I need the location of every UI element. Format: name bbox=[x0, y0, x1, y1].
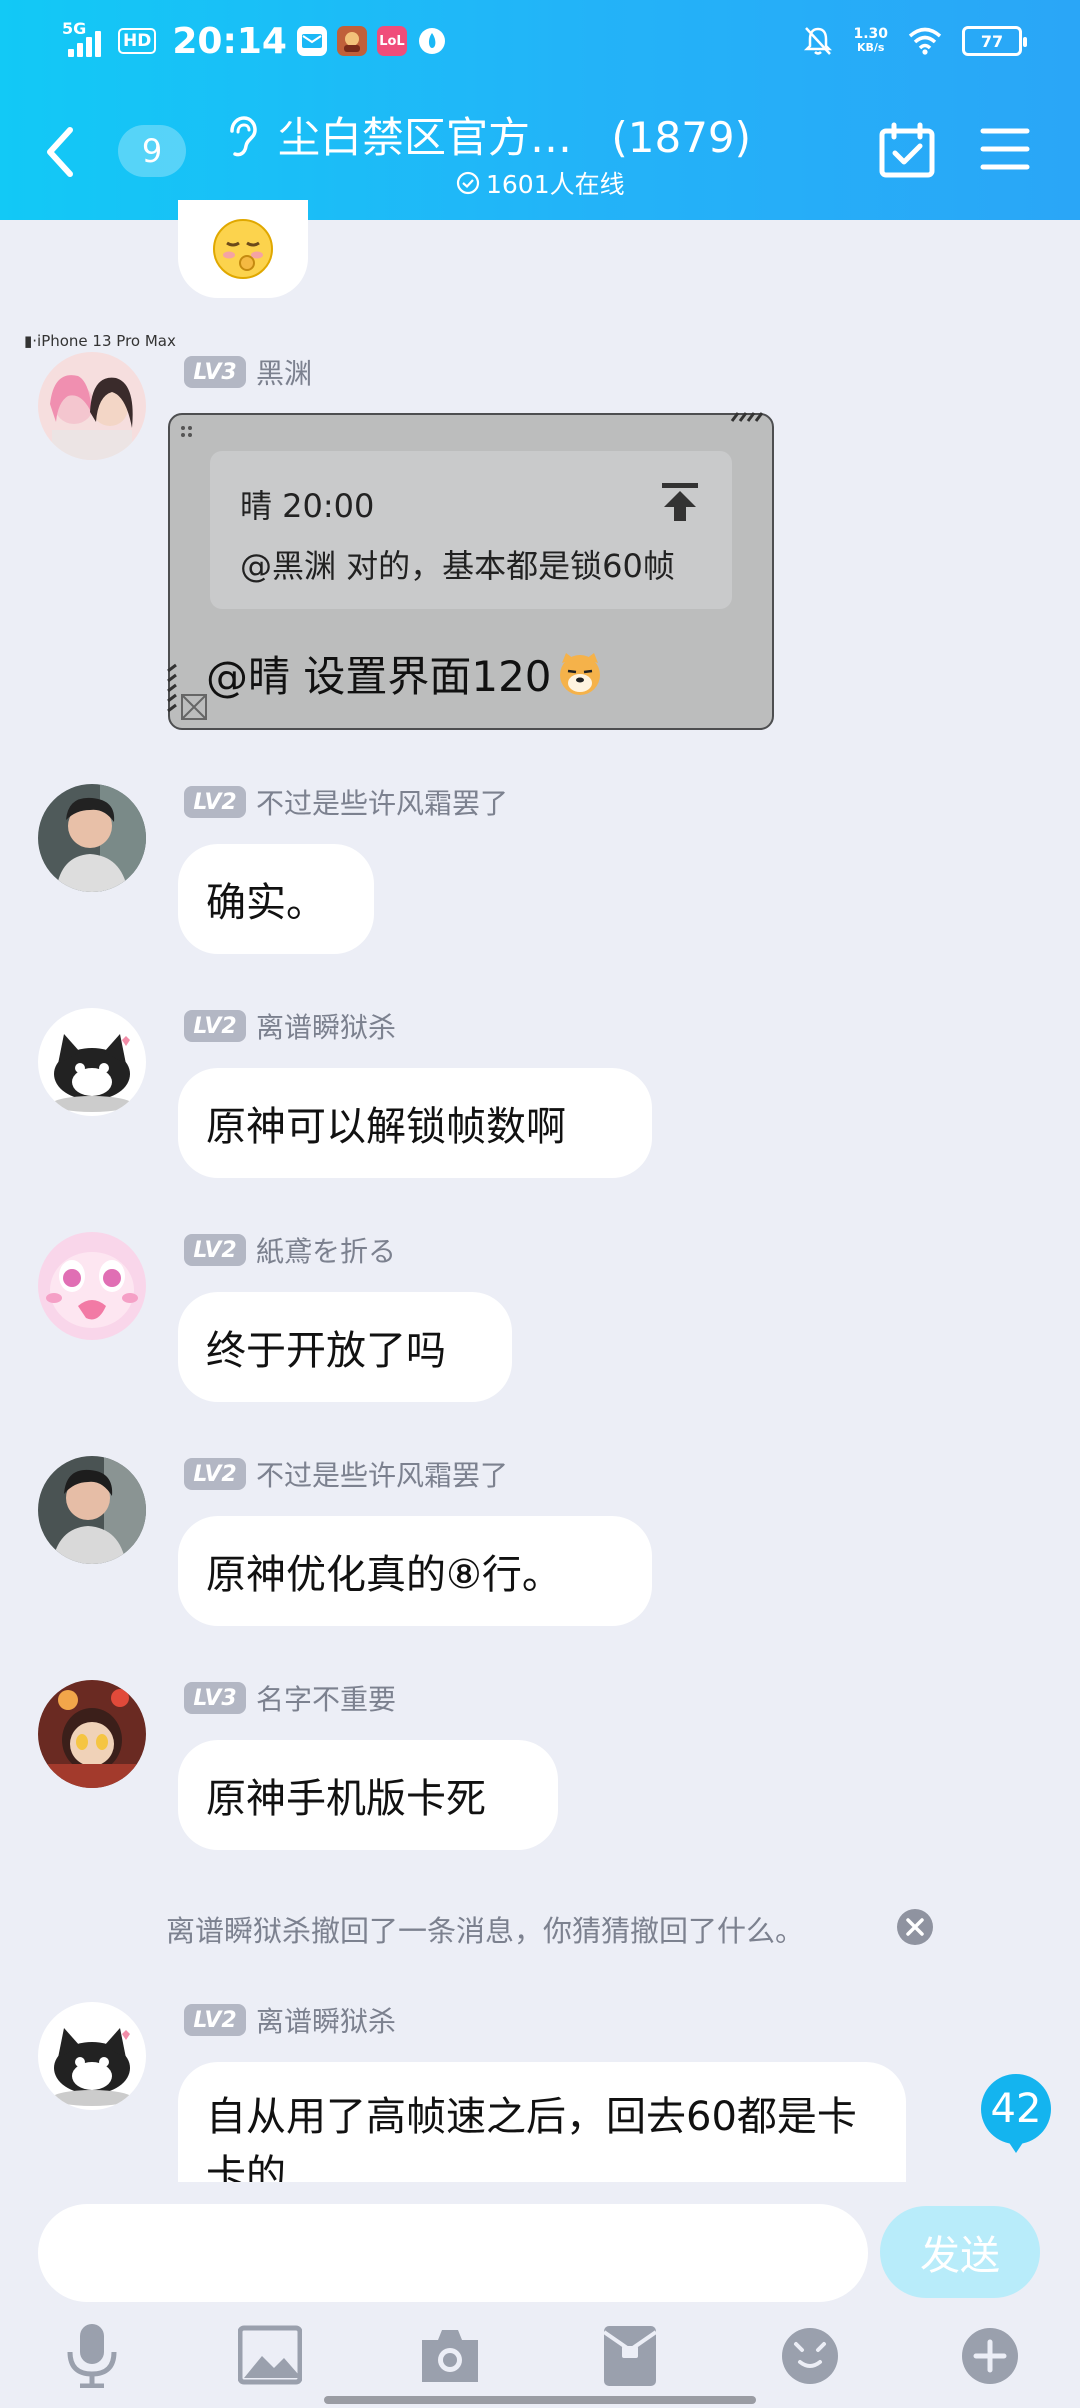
reply-text: @晴 设置界面120 bbox=[206, 643, 604, 704]
cellular-signal-icon: 5G bbox=[60, 19, 108, 61]
sender-name[interactable]: 不过是些许风霜罢了 bbox=[256, 782, 508, 822]
jump-to-message-icon[interactable] bbox=[660, 481, 700, 525]
message-bubble[interactable]: 终于开放了吗 bbox=[178, 1292, 512, 1402]
online-count: 1601人在线 bbox=[486, 170, 625, 199]
avatar[interactable] bbox=[38, 2002, 146, 2110]
game-notification-icon bbox=[336, 26, 367, 56]
sticker-bubble[interactable] bbox=[178, 200, 308, 298]
avatar[interactable] bbox=[38, 784, 146, 892]
quote-text: @黑渊 对的，基本都是锁60帧 bbox=[240, 547, 675, 585]
app-notification-icon bbox=[417, 26, 447, 56]
sender-name[interactable]: 紙鳶を折る bbox=[256, 1230, 396, 1270]
avatar[interactable] bbox=[38, 1456, 146, 1564]
microphone-icon[interactable] bbox=[60, 2322, 124, 2388]
level-badge: LV2 bbox=[184, 1458, 246, 1490]
group-title[interactable]: 尘白禁区官方… (1879) bbox=[278, 104, 751, 165]
level-badge: LV3 bbox=[184, 356, 246, 388]
sender-name[interactable]: 离谱瞬狱杀 bbox=[256, 1006, 396, 1046]
plus-icon[interactable] bbox=[958, 2322, 1022, 2388]
sender-name[interactable]: 离谱瞬狱杀 bbox=[256, 2000, 396, 2040]
level-badge: LV3 bbox=[184, 1682, 246, 1714]
bubble-cross-decoration bbox=[181, 694, 207, 720]
doge-emoji-icon bbox=[559, 652, 600, 695]
recall-notice: 离谱瞬狱杀撤回了一条消息，你猜猜撤回了什么。 bbox=[166, 1914, 805, 1948]
message-bubble-clip: 自从用了高帧速之后，回去60都是卡卡的 bbox=[178, 2062, 908, 2182]
send-button[interactable]: 发送 bbox=[880, 2206, 1040, 2298]
member-count: (1879) bbox=[611, 113, 752, 162]
level-badge: LV2 bbox=[184, 2004, 246, 2036]
message-bubble[interactable]: 确实。 bbox=[178, 844, 374, 954]
home-indicator[interactable] bbox=[324, 2396, 756, 2404]
battery-indicator: 77 bbox=[962, 26, 1027, 56]
bubble-hatch-decoration bbox=[167, 663, 177, 713]
message-bubble[interactable]: 原神可以解锁帧数啊 bbox=[178, 1068, 652, 1178]
avatar[interactable] bbox=[38, 352, 146, 460]
chat-header: 5G HD 20:14 LoL 1.30 KB/s 77 9 尘白禁区官方… (… bbox=[0, 0, 1080, 220]
avatar[interactable] bbox=[38, 1008, 146, 1116]
phone-icon: ▮· bbox=[24, 332, 38, 350]
quote-author: 晴 20:00 bbox=[240, 487, 375, 525]
message-input[interactable] bbox=[38, 2204, 868, 2302]
emoji-icon[interactable] bbox=[778, 2322, 842, 2388]
message-bubble[interactable]: 自从用了高帧速之后，回去60都是卡卡的 bbox=[178, 2062, 906, 2182]
camera-icon[interactable] bbox=[418, 2322, 482, 2388]
online-status: 1601人在线 bbox=[456, 165, 625, 201]
mute-bell-icon bbox=[804, 27, 833, 55]
sender-name[interactable]: 名字不重要 bbox=[256, 1678, 396, 1718]
avatar[interactable] bbox=[38, 1232, 146, 1340]
network-speed: 1.30 KB/s bbox=[853, 26, 888, 54]
calendar-check-icon[interactable] bbox=[878, 122, 936, 180]
quote-reply-bubble[interactable]: 晴 20:00 @黑渊 对的，基本都是锁60帧 @晴 设置界面120 bbox=[167, 412, 774, 730]
battery-level: 77 bbox=[980, 31, 1004, 51]
online-check-icon bbox=[456, 171, 480, 195]
message-bubble[interactable]: 原神手机版卡死 bbox=[178, 1740, 558, 1850]
ear-icon[interactable] bbox=[222, 115, 258, 159]
mail-notification-icon bbox=[296, 26, 327, 56]
bubble-dots-decoration bbox=[181, 426, 192, 437]
device-tag: ▮·iPhone 13 Pro Max bbox=[24, 332, 176, 350]
level-badge: LV2 bbox=[184, 786, 246, 818]
status-time: 20:14 bbox=[172, 20, 287, 62]
sender-name[interactable]: 不过是些许风霜罢了 bbox=[256, 1454, 508, 1494]
avatar[interactable] bbox=[38, 1680, 146, 1788]
close-icon[interactable] bbox=[896, 1908, 934, 1946]
network-type: 5G bbox=[62, 19, 87, 38]
new-message-badge[interactable]: 42 bbox=[980, 2073, 1052, 2153]
level-badge: LV2 bbox=[184, 1010, 246, 1042]
wifi-icon bbox=[908, 27, 942, 55]
unread-count-badge[interactable]: 9 bbox=[118, 125, 186, 177]
status-bar: 5G HD 20:14 LoL 1.30 KB/s 77 bbox=[0, 0, 1080, 80]
quoted-message[interactable]: 晴 20:00 @黑渊 对的，基本都是锁60帧 bbox=[210, 451, 732, 609]
sender-name[interactable]: 黑渊 bbox=[256, 352, 312, 392]
bubble-stripes-decoration bbox=[730, 412, 764, 422]
group-name: 尘白禁区官方… bbox=[278, 113, 573, 162]
message-bubble[interactable]: 原神优化真的⑧行。 bbox=[178, 1516, 652, 1626]
menu-icon[interactable] bbox=[980, 126, 1030, 172]
level-badge: LV2 bbox=[184, 1234, 246, 1266]
red-packet-icon[interactable] bbox=[598, 2322, 662, 2388]
back-icon[interactable] bbox=[40, 122, 80, 182]
image-icon[interactable] bbox=[238, 2322, 302, 2388]
hd-badge: HD bbox=[118, 28, 157, 54]
shy-face-icon bbox=[213, 219, 273, 279]
lol-notification-icon: LoL bbox=[376, 26, 407, 56]
